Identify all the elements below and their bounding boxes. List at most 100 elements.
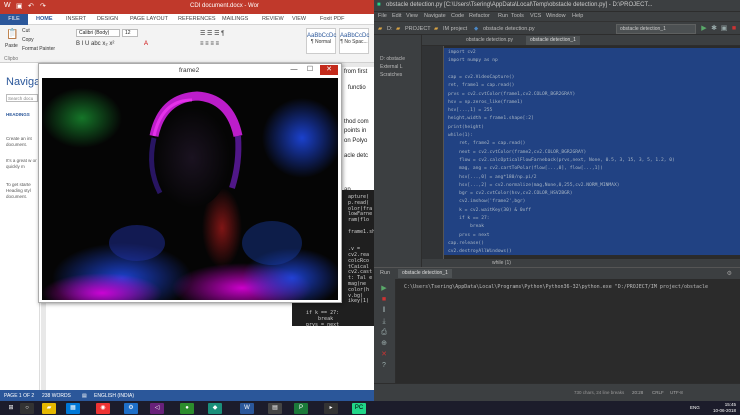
- taskbar-clock[interactable]: 15:45 10-06-2018: [713, 402, 736, 414]
- tab-review[interactable]: REVIEW: [262, 16, 284, 22]
- code-editor[interactable]: import cv2 import numpy as np cap = cv2.Vi…: [422, 46, 740, 259]
- page-count[interactable]: PAGE 1 OF 2: [4, 393, 34, 399]
- format-painter-button[interactable]: Format Painter: [22, 46, 55, 52]
- menu-code[interactable]: Code: [451, 13, 464, 19]
- run-console-output[interactable]: C:\Users\Tsering\AppData\Local\Programs\…: [404, 284, 708, 290]
- paste-button[interactable]: Paste: [5, 43, 18, 49]
- code-line[interactable]: height,width = frame1.shape[:2]: [448, 116, 534, 121]
- maximize-button[interactable]: ☐: [303, 65, 317, 75]
- code-line[interactable]: cv2.imshow('frame2',bgr): [448, 199, 525, 204]
- menu-tools[interactable]: Tools: [511, 13, 524, 19]
- paste-icon[interactable]: 📋: [6, 29, 18, 40]
- pycharm-taskbar-icon[interactable]: PC: [352, 403, 366, 414]
- close-button[interactable]: ✕: [320, 65, 338, 75]
- tab-design[interactable]: DESIGN: [97, 16, 118, 22]
- run-configuration-select[interactable]: obstacle detection_1: [616, 24, 696, 34]
- font-formatting-icons[interactable]: B I U abc x₂ x²: [76, 41, 114, 47]
- menu-vcs[interactable]: VCS: [530, 13, 541, 19]
- coverage-icon[interactable]: ▣: [720, 25, 728, 33]
- style-no-spacing[interactable]: AaBbCcDc ¶ No Spac...: [339, 28, 369, 54]
- menu-help[interactable]: Help: [572, 13, 583, 19]
- redo-icon[interactable]: ↷: [40, 2, 46, 10]
- menu-file[interactable]: File: [378, 13, 387, 19]
- copy-button[interactable]: Copy: [22, 37, 34, 43]
- paragraph-icons[interactable]: ☰ ☰ ☰ ¶: [200, 30, 224, 37]
- line-separator[interactable]: CRLF: [652, 390, 664, 395]
- breadcrumb-drive[interactable]: D:: [387, 26, 393, 32]
- code-line[interactable]: if k == 27:: [448, 216, 489, 221]
- navigation-search-input[interactable]: Search docu: [6, 94, 38, 102]
- code-line[interactable]: next = cv2.cvtColor(frame2,cv2.COLOR_BGR…: [448, 150, 586, 155]
- debug-icon[interactable]: ✱: [710, 25, 718, 33]
- word-logo-icon[interactable]: W: [4, 2, 11, 9]
- cursor-position[interactable]: 20:28: [632, 390, 643, 395]
- undo-icon[interactable]: ↶: [28, 2, 34, 10]
- start-icon[interactable]: ⊞: [4, 403, 18, 414]
- code-line[interactable]: hsv = np.zeros_like(frame1): [448, 100, 523, 105]
- word-count[interactable]: 238 WORDS: [42, 393, 71, 399]
- tab-page-layout[interactable]: PAGE LAYOUT: [130, 16, 168, 22]
- code-line[interactable]: mag, ang = cv2.cartToPolar(flow[...,0], …: [448, 166, 603, 171]
- tab-references[interactable]: REFERENCES: [178, 16, 216, 22]
- python-taskbar-icon[interactable]: P: [294, 403, 308, 414]
- code-line[interactable]: print(height): [448, 125, 484, 130]
- tab-foxit-pdf[interactable]: Foxit PDF: [320, 16, 344, 22]
- language-tray[interactable]: ENG: [690, 405, 700, 410]
- word-taskbar-icon[interactable]: W: [240, 403, 254, 414]
- menu-run[interactable]: Run: [498, 13, 508, 19]
- code-line[interactable]: hsv[...,2] = cv2.normalize(mag,None,0,25…: [448, 183, 619, 188]
- breadcrumb-im-project[interactable]: IM project: [443, 26, 467, 32]
- code-line[interactable]: flow = cv2.calcOpticalFlowFarneback(prvs…: [448, 158, 675, 163]
- menu-view[interactable]: View: [406, 13, 418, 19]
- code-line[interactable]: ret, frame2 = cap.read(): [448, 141, 525, 146]
- run-icon[interactable]: ▶: [700, 25, 708, 33]
- code-line[interactable]: bgr = cv2.cvtColor(hsv,cv2.COLOR_HSV2BGR…: [448, 191, 572, 196]
- chrome-icon[interactable]: ◉: [96, 403, 110, 414]
- rerun-icon[interactable]: ▶: [379, 285, 389, 293]
- proofing-icon[interactable]: ▤: [82, 393, 87, 399]
- project-tree-item[interactable]: D: obstacle: [380, 56, 405, 62]
- file-explorer-icon[interactable]: ▰: [42, 403, 56, 414]
- tab-obstacle-detection-1[interactable]: obstacle detection_1: [526, 36, 580, 45]
- code-line[interactable]: ret, frame1 = cap.read(): [448, 83, 514, 88]
- style-normal[interactable]: AaBbCcDc ¶ Normal: [306, 28, 336, 54]
- frame2-title-bar[interactable]: frame2 — ☐ ✕: [39, 64, 341, 77]
- run-tab[interactable]: obstacle detection_1: [398, 269, 452, 278]
- app-dark-icon[interactable]: ▤: [268, 403, 282, 414]
- settings-gear-icon[interactable]: ⚙: [727, 270, 732, 277]
- menu-navigate[interactable]: Navigate: [424, 13, 446, 19]
- store-icon[interactable]: ▦: [66, 403, 80, 414]
- code-line[interactable]: import cv2: [448, 50, 476, 55]
- menu-window[interactable]: Window: [546, 13, 566, 19]
- align-icons[interactable]: ≡ ≡ ≡ ≡: [200, 41, 219, 47]
- code-line[interactable]: cv2.destroyAllWindows(): [448, 249, 512, 254]
- pause-icon[interactable]: ‖: [379, 307, 389, 315]
- print-icon[interactable]: ⎙: [379, 329, 389, 337]
- breadcrumb-file[interactable]: obstacle detection.py: [483, 26, 535, 32]
- code-line[interactable]: prvs = cv2.cvtColor(frame1,cv2.COLOR_BGR…: [448, 92, 575, 97]
- help-icon[interactable]: ?: [379, 362, 389, 370]
- code-line[interactable]: hsv[...,1] = 255: [448, 108, 492, 113]
- tab-view[interactable]: VIEW: [292, 16, 306, 22]
- font-name-select[interactable]: Calibri (Body): [76, 29, 120, 37]
- editor-breadcrumb-scope[interactable]: while (1): [492, 260, 511, 266]
- scroll-end-icon[interactable]: ⤓: [379, 318, 389, 326]
- code-line[interactable]: break: [448, 224, 484, 229]
- language-indicator[interactable]: ENGLISH (INDIA): [94, 393, 134, 399]
- app-teal-icon[interactable]: ◆: [208, 403, 222, 414]
- menu-refactor[interactable]: Refactor: [469, 13, 490, 19]
- code-line[interactable]: while(1):: [448, 133, 473, 138]
- save-icon[interactable]: ▣: [16, 2, 23, 10]
- stop-run-icon[interactable]: ■: [379, 296, 389, 304]
- app-green-icon[interactable]: ●: [180, 403, 194, 414]
- breadcrumb-project[interactable]: PROJECT: [405, 26, 431, 32]
- tab-insert[interactable]: INSERT: [66, 16, 86, 22]
- code-line[interactable]: cap.release(): [448, 241, 484, 246]
- tab-mailings[interactable]: MAILINGS: [222, 16, 248, 22]
- minimize-button[interactable]: —: [287, 65, 301, 75]
- terminal-taskbar-icon[interactable]: ▸: [324, 403, 338, 414]
- settings-app-icon[interactable]: ⚙: [124, 403, 138, 414]
- nav-headings-tab[interactable]: HEADINGS: [6, 112, 40, 118]
- tab-file[interactable]: FILE: [0, 14, 28, 25]
- close-run-icon[interactable]: ✕: [379, 351, 389, 359]
